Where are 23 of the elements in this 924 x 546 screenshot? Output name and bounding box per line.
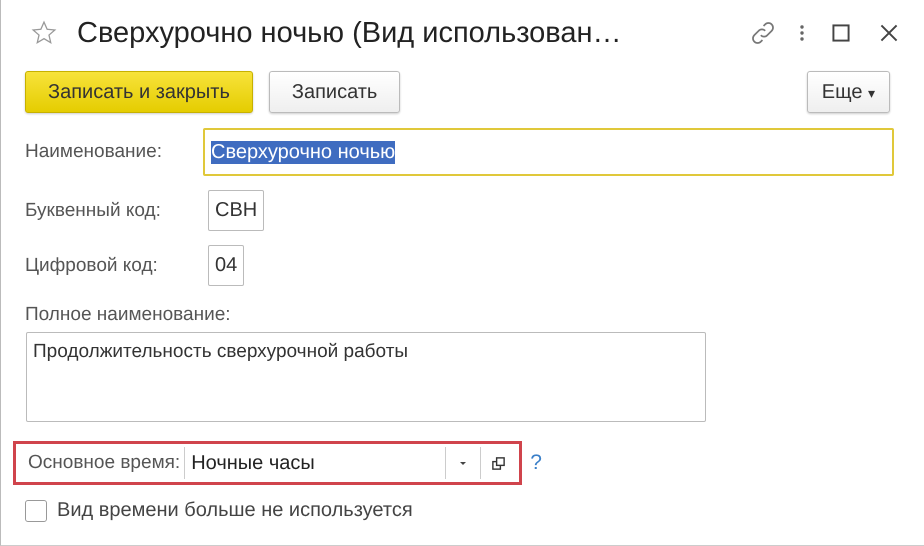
field-value: 04 <box>215 254 238 277</box>
field-label: Цифровой код: <box>25 254 159 276</box>
more-button[interactable]: Еще ▾ <box>806 71 890 113</box>
text-field[interactable]: СВН <box>208 190 264 231</box>
toolbar-button[interactable]: Записать <box>268 71 400 113</box>
field-label: Буквенный код: <box>25 200 162 222</box>
text-field[interactable]: Сверхурочно ночью <box>203 128 894 176</box>
field-label: Основное время: <box>28 452 180 474</box>
star-icon[interactable] <box>31 20 57 46</box>
checkbox-label: Вид времени больше не используется <box>57 499 413 522</box>
field-value: Сверхурочно ночью <box>211 140 396 164</box>
toolbar-button[interactable]: Записать и закрыть <box>25 71 253 113</box>
open-icon[interactable] <box>490 456 506 470</box>
window-title: Сверхурочно ночью (Вид использован… <box>77 16 622 50</box>
field-value: СВН <box>215 199 258 222</box>
text-area[interactable]: Продолжительность сверхурочной работы <box>26 332 706 422</box>
checkbox[interactable] <box>25 500 47 522</box>
link-icon[interactable] <box>750 20 776 46</box>
field-label: Наименование: <box>25 141 163 163</box>
help-link[interactable]: ? <box>530 451 542 475</box>
field-label: Полное наименование: <box>25 304 232 326</box>
select-field[interactable]: Ночные часы <box>184 447 516 479</box>
text-field[interactable]: 04 <box>208 245 244 286</box>
